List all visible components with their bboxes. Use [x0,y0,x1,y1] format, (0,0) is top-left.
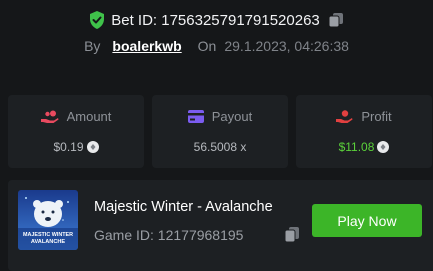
svg-text:AVALANCHE: AVALANCHE [31,239,66,245]
copy-icon[interactable] [328,12,344,28]
on-label: On [197,38,217,54]
coin-icon [377,141,390,153]
payout-value: 56.5008 x [193,140,247,154]
amount-label: Amount [66,109,112,124]
copy-icon[interactable] [284,226,300,243]
by-label: By [84,38,101,54]
bet-date: 29.1.2023, 04:26:38 [224,38,349,54]
profit-label: Profit [361,109,392,124]
payout-label: Payout [211,109,253,124]
game-id: Game ID: 12177968195 [94,227,244,243]
profit-value: $11.08 [338,140,375,154]
hand-money-icon [336,109,353,123]
game-title[interactable]: Majestic Winter - Avalanche [94,199,273,215]
payout-card: Payout 56.5008 x [152,95,288,168]
user-link[interactable]: boalerkwb [112,38,181,54]
coin-icon [86,141,99,153]
hand-coins-icon [40,110,59,123]
play-now-button[interactable]: Play Now [312,204,422,237]
amount-card: Amount $0.19 [8,95,144,168]
svg-text:MAJESTIC WINTER: MAJESTIC WINTER [23,232,73,238]
profit-card: Profit $11.08 [296,95,432,168]
card-icon [187,110,204,123]
game-thumbnail[interactable]: MAJESTIC WINTER AVALANCHE [18,190,78,250]
bet-header: Bet ID: 1756325791791520263 [0,11,433,29]
bet-id: Bet ID: 1756325791791520263 [111,11,320,29]
amount-value: $0.19 [53,140,84,154]
game-card: MAJESTIC WINTER AVALANCHE Majestic Winte… [8,180,433,271]
shield-check-icon [90,11,105,29]
bet-meta: By boalerkwb On 29.1.2023, 04:26:38 [0,38,433,54]
